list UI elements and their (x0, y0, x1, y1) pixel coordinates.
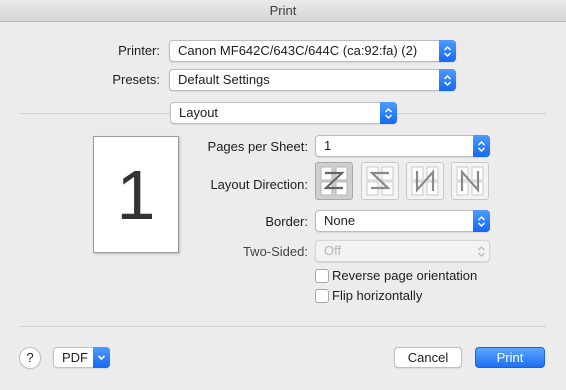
layout-direction-z-button[interactable] (315, 162, 353, 200)
n-direction-icon (411, 166, 439, 196)
layout-direction-n-button[interactable] (406, 162, 444, 200)
updown-chevron-icon (439, 40, 456, 62)
two-sided-popup[interactable]: Off (315, 240, 490, 262)
chevron-down-icon (93, 347, 110, 368)
border-label: Border: (265, 214, 308, 229)
window-title: Print (0, 0, 566, 22)
presets-label: Presets: (112, 72, 160, 87)
footer-separator (20, 326, 546, 327)
pdf-menu-button[interactable]: PDF (53, 347, 110, 368)
cancel-button[interactable]: Cancel (394, 347, 462, 368)
reverse-orientation-label: Reverse page orientation (332, 268, 478, 283)
page-preview: 1 (93, 136, 179, 253)
reverse-z-direction-icon (366, 166, 394, 196)
section-popup[interactable]: Layout (170, 102, 397, 124)
border-popup[interactable]: None (315, 210, 490, 232)
printer-popup[interactable]: Canon MF642C/643C/644C (ca:92:fa) (2) (169, 40, 456, 62)
pages-per-sheet-popup[interactable]: 1 (315, 135, 490, 157)
pdf-label: PDF (62, 350, 88, 365)
print-button[interactable]: Print (475, 347, 545, 368)
border-value: None (324, 213, 356, 228)
two-sided-label: Two-Sided: (242, 244, 308, 259)
printer-value: Canon MF642C/643C/644C (ca:92:fa) (2) (178, 43, 418, 58)
updown-chevron-icon (380, 102, 397, 124)
updown-chevron-icon (473, 135, 490, 157)
pages-per-sheet-label: Pages per Sheet: (207, 139, 308, 154)
flip-horizontally-checkbox[interactable] (315, 289, 329, 303)
help-label: ? (26, 350, 34, 365)
separator-left (20, 113, 170, 114)
layout-direction-label: Layout Direction: (210, 177, 308, 192)
section-value: Layout (179, 105, 219, 120)
presets-value: Default Settings (178, 72, 270, 87)
reverse-n-direction-icon (456, 166, 484, 196)
presets-popup[interactable]: Default Settings (169, 69, 456, 91)
updown-chevron-icon (473, 210, 490, 232)
help-button[interactable]: ? (19, 347, 41, 369)
preview-page-number: 1 (116, 155, 156, 234)
layout-direction-reverse-z-button[interactable] (361, 162, 399, 200)
z-direction-icon (320, 166, 348, 196)
separator-right (397, 113, 546, 114)
updown-chevron-icon (439, 69, 456, 91)
two-sided-value: Off (324, 243, 342, 258)
pages-per-sheet-value: 1 (324, 138, 332, 153)
reverse-orientation-checkbox[interactable] (315, 269, 329, 283)
flip-horizontally-label: Flip horizontally (332, 288, 423, 303)
updown-chevron-icon (473, 240, 490, 262)
printer-label: Printer: (118, 43, 160, 58)
layout-direction-reverse-n-button[interactable] (451, 162, 489, 200)
